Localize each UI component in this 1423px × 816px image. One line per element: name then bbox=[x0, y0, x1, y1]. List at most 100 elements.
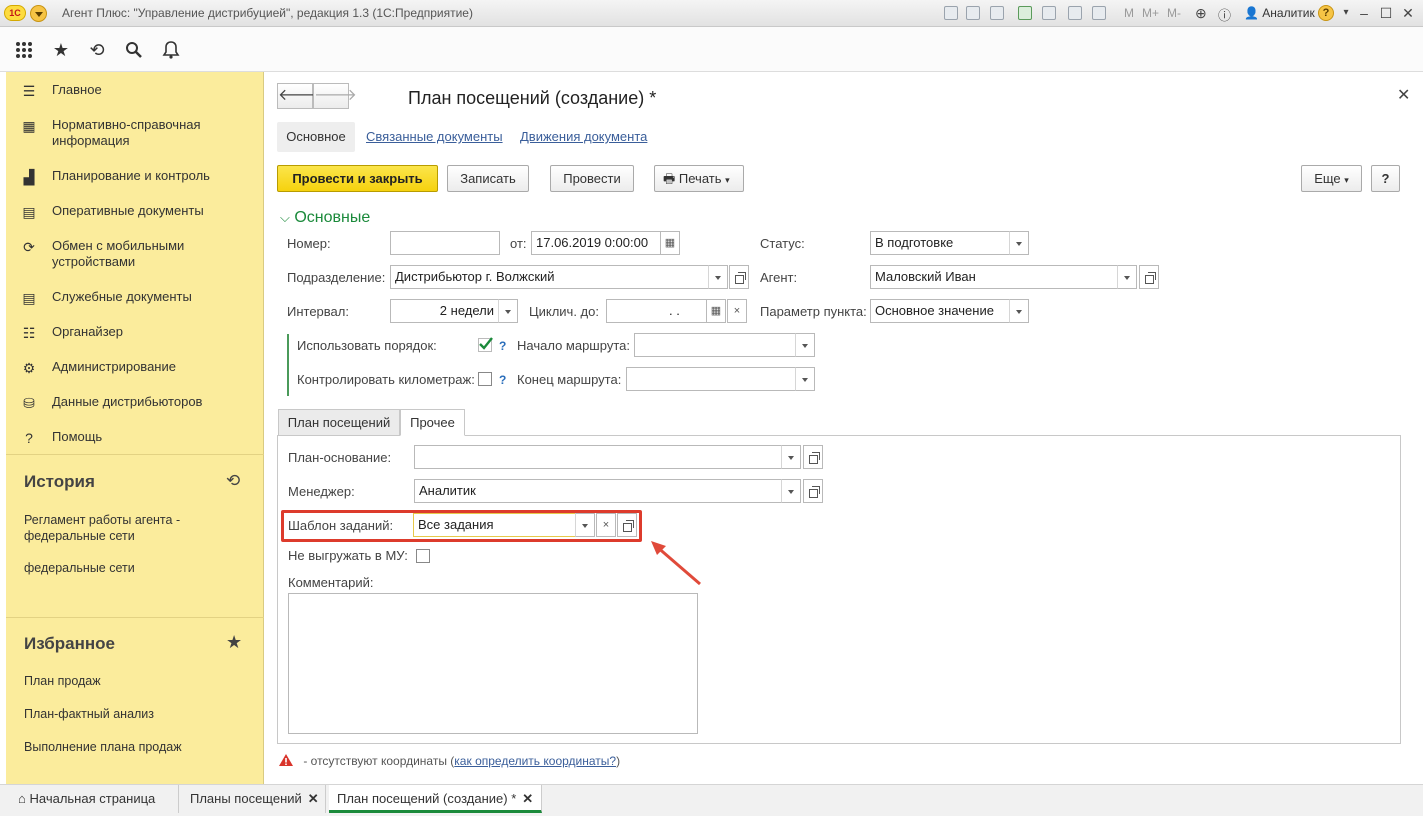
status-select[interactable]: В подготовке bbox=[870, 231, 1010, 255]
section-main-header[interactable]: ⌵ Основные bbox=[280, 209, 370, 227]
current-user[interactable]: 👤 Аналитик bbox=[1244, 6, 1315, 20]
favorite-item[interactable]: Выполнение плана продаж bbox=[24, 739, 182, 755]
close-form-icon[interactable]: ✕ bbox=[1397, 85, 1410, 105]
post-and-close-button[interactable]: Провести и закрыть bbox=[277, 165, 438, 192]
close-window-button[interactable]: ✕ bbox=[1400, 4, 1416, 22]
chevron-down-icon[interactable] bbox=[1009, 231, 1029, 255]
search-icon[interactable] bbox=[124, 40, 144, 60]
chevron-down-icon[interactable] bbox=[498, 299, 518, 323]
use-order-help-icon[interactable]: ? bbox=[499, 339, 506, 353]
notifications-bell-icon[interactable] bbox=[161, 40, 181, 60]
task-template-input[interactable]: Все задания bbox=[413, 513, 576, 537]
history-icon[interactable]: ⟲ bbox=[87, 40, 107, 60]
open-icon[interactable] bbox=[803, 479, 823, 503]
open-icon[interactable] bbox=[729, 265, 749, 289]
tab-other[interactable]: Прочее bbox=[400, 409, 465, 436]
manager-input[interactable]: Аналитик bbox=[414, 479, 782, 503]
sidebar-item-administration[interactable]: ⚙ Администрирование bbox=[6, 359, 264, 377]
close-tab-icon[interactable]: ✕ bbox=[522, 791, 533, 806]
open-icon[interactable] bbox=[1139, 265, 1159, 289]
point-param-select[interactable]: Основное значение bbox=[870, 299, 1010, 323]
date-input[interactable]: 17.06.2019 0:00:00 bbox=[531, 231, 661, 255]
sidebar-item-organizer[interactable]: ☷ Органайзер bbox=[6, 324, 264, 342]
zoom-icon[interactable]: ⊕ bbox=[1195, 5, 1207, 22]
save-button[interactable]: Записать bbox=[447, 165, 529, 192]
tab-related-documents[interactable]: Связанные документы bbox=[366, 122, 503, 152]
chevron-down-icon[interactable] bbox=[1009, 299, 1029, 323]
print-button[interactable]: 🖶 Печать ▾ bbox=[654, 165, 744, 192]
memory-m-button[interactable]: M bbox=[1124, 6, 1134, 20]
calendar-icon[interactable]: ▦ bbox=[706, 299, 726, 323]
chevron-down-icon[interactable] bbox=[575, 513, 595, 537]
history-icon[interactable]: ⟲ bbox=[226, 471, 240, 491]
favorite-item[interactable]: План продаж bbox=[24, 673, 101, 689]
use-order-checkbox[interactable] bbox=[478, 337, 493, 352]
sections-grid-icon[interactable] bbox=[14, 40, 34, 60]
print-icon[interactable] bbox=[966, 6, 980, 20]
document-icon[interactable] bbox=[1042, 6, 1056, 20]
upload-icon[interactable] bbox=[1018, 6, 1032, 20]
tab-visit-plans[interactable]: Планы посещений ✕ bbox=[180, 785, 326, 813]
tab-home-page[interactable]: ⌂ Начальная страница bbox=[6, 785, 179, 813]
info-icon[interactable]: ⓘ bbox=[1218, 5, 1231, 24]
sidebar-item-planning[interactable]: ▟ Планирование и контроль bbox=[6, 168, 264, 186]
division-input[interactable]: Дистрибьютор г. Волжский bbox=[390, 265, 709, 289]
route-start-input[interactable] bbox=[634, 333, 796, 357]
history-item[interactable]: Регламент работы агента - федеральные се… bbox=[24, 512, 204, 544]
memory-minus-button[interactable]: M- bbox=[1167, 6, 1181, 20]
memory-plus-button[interactable]: M+ bbox=[1142, 6, 1159, 20]
help-icon[interactable]: ? bbox=[1318, 5, 1334, 21]
maximize-button[interactable]: ☐ bbox=[1378, 4, 1394, 22]
comment-textarea[interactable] bbox=[288, 593, 698, 734]
more-button[interactable]: Еще ▾ bbox=[1301, 165, 1362, 192]
back-button[interactable]: 🡐 bbox=[277, 83, 321, 109]
control-km-checkbox[interactable] bbox=[478, 372, 492, 386]
open-icon[interactable] bbox=[803, 445, 823, 469]
coordinates-help-link[interactable]: как определить координаты? bbox=[454, 754, 616, 768]
clear-icon[interactable]: × bbox=[596, 513, 616, 537]
cycle-until-input[interactable]: . . bbox=[606, 299, 708, 323]
tab-document-movements[interactable]: Движения документа bbox=[520, 122, 647, 152]
close-tab-icon[interactable]: ✕ bbox=[308, 791, 319, 806]
preview-icon[interactable] bbox=[990, 6, 1004, 20]
sidebar-item-service-docs[interactable]: ▤ Служебные документы bbox=[6, 289, 264, 307]
sidebar-item-reference[interactable]: ▦ Нормативно-справочная информация bbox=[6, 117, 264, 149]
sidebar-item-mobile-exchange[interactable]: ⟳ Обмен с мобильными устройствами bbox=[6, 238, 264, 270]
calendar-icon[interactable] bbox=[1092, 6, 1106, 20]
minimize-button[interactable]: – bbox=[1356, 4, 1372, 22]
main-menu-dropdown-icon[interactable] bbox=[30, 5, 47, 22]
tab-main[interactable]: Основное bbox=[277, 122, 355, 152]
route-end-input[interactable] bbox=[626, 367, 796, 391]
forward-button[interactable]: 🡒 bbox=[313, 83, 357, 109]
control-km-help-icon[interactable]: ? bbox=[499, 373, 506, 387]
sidebar-item-help[interactable]: ? Помощь bbox=[6, 429, 264, 446]
sidebar-item-main[interactable]: ☰ Главное bbox=[6, 82, 264, 100]
interval-input[interactable]: 2 недели bbox=[390, 299, 499, 323]
chevron-down-icon[interactable] bbox=[795, 367, 815, 391]
agent-input[interactable]: Маловский Иван bbox=[870, 265, 1118, 289]
number-input[interactable] bbox=[390, 231, 500, 255]
plan-basis-input[interactable] bbox=[414, 445, 782, 469]
help-button[interactable]: ? bbox=[1371, 165, 1400, 192]
save-icon[interactable] bbox=[944, 6, 958, 20]
chevron-down-icon[interactable] bbox=[795, 333, 815, 357]
favorites-star-icon[interactable]: ★ bbox=[51, 40, 71, 60]
no-export-checkbox[interactable] bbox=[416, 549, 430, 563]
sidebar-item-operational-docs[interactable]: ▤ Оперативные документы bbox=[6, 203, 264, 221]
chevron-down-icon[interactable] bbox=[708, 265, 728, 289]
window-menu-icon[interactable]: ▾ bbox=[1338, 4, 1354, 22]
sidebar-item-distributor-data[interactable]: ⛁ Данные дистрибьюторов bbox=[6, 394, 264, 412]
open-icon[interactable] bbox=[617, 513, 637, 537]
favorites-star-icon[interactable]: ★ bbox=[226, 632, 242, 653]
chevron-down-icon[interactable] bbox=[781, 445, 801, 469]
calculator-icon[interactable] bbox=[1068, 6, 1082, 20]
post-button[interactable]: Провести bbox=[550, 165, 634, 192]
tab-visit-plan[interactable]: План посещений bbox=[278, 409, 400, 436]
chevron-down-icon[interactable] bbox=[1117, 265, 1137, 289]
history-item[interactable]: федеральные сети bbox=[24, 560, 135, 576]
clear-icon[interactable]: × bbox=[727, 299, 747, 323]
chevron-down-icon[interactable] bbox=[781, 479, 801, 503]
tab-visit-plan-create[interactable]: План посещений (создание) * ✕ bbox=[329, 785, 542, 813]
calendar-icon[interactable]: ▦ bbox=[660, 231, 680, 255]
favorite-item[interactable]: План-фактный анализ bbox=[24, 706, 154, 722]
